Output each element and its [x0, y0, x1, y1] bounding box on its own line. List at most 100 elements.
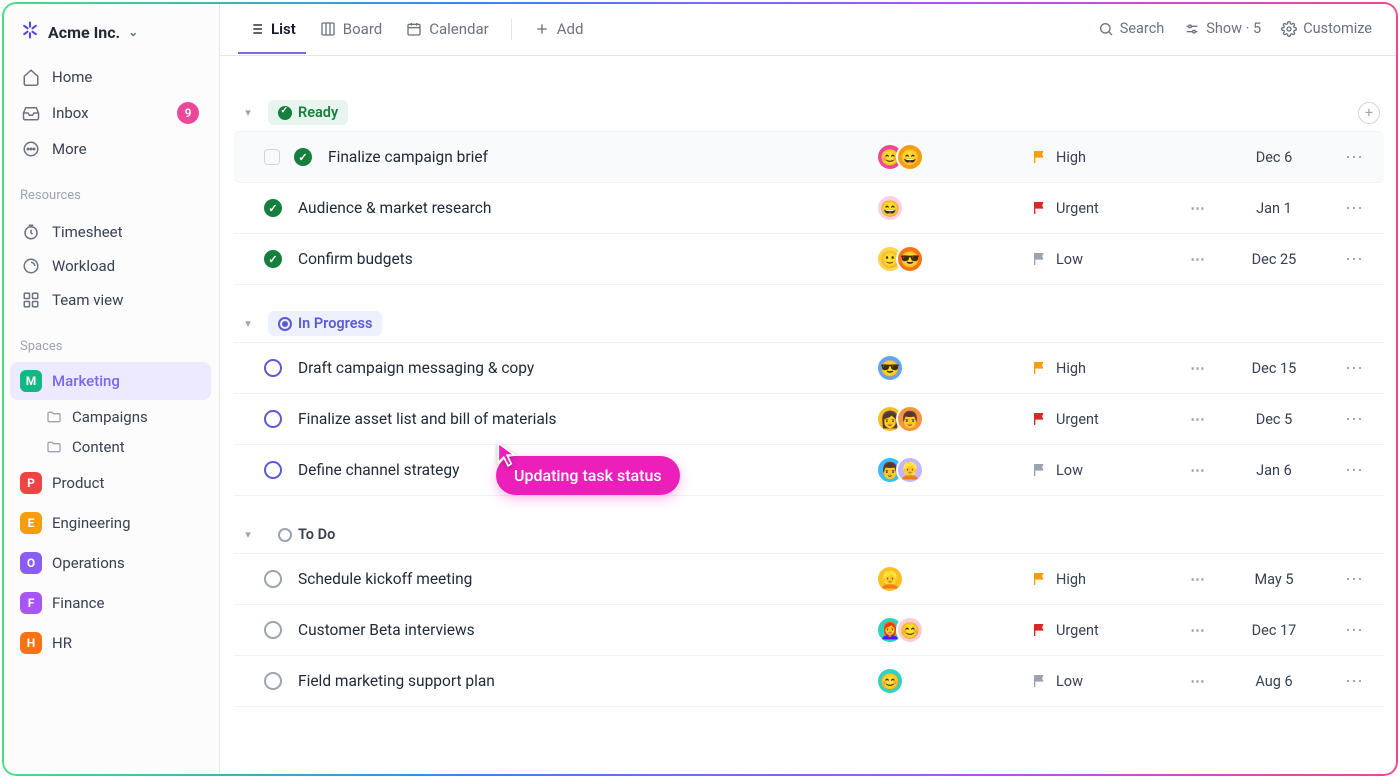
priority-cell[interactable]: Low: [1032, 673, 1172, 690]
task-name[interactable]: Field marketing support plan: [298, 672, 870, 690]
task-name[interactable]: Finalize asset list and bill of material…: [298, 410, 870, 428]
folder-item[interactable]: Content: [2, 432, 219, 462]
collapse-icon[interactable]: ▾: [238, 528, 258, 541]
row-more-icon[interactable]: ⋯: [1330, 620, 1380, 641]
workspace-switcher[interactable]: Acme Inc. ⌄: [2, 6, 219, 54]
avatar[interactable]: 👱: [876, 565, 904, 593]
task-row[interactable]: Finalize asset list and bill of material…: [234, 394, 1384, 445]
avatar[interactable]: 😎: [876, 354, 904, 382]
priority-cell[interactable]: Urgent: [1032, 200, 1172, 217]
view-tab-board[interactable]: Board: [310, 4, 392, 54]
task-row[interactable]: Field marketing support plan 😊 Low ⋯ Aug…: [234, 656, 1384, 707]
nav-workload[interactable]: Workload: [12, 249, 209, 283]
row-more-icon[interactable]: ⋯: [1330, 198, 1380, 219]
subtasks-cell[interactable]: ⋯: [1178, 200, 1218, 217]
avatar[interactable]: 😄: [876, 194, 904, 222]
nav-timesheet[interactable]: Timesheet: [12, 215, 209, 249]
assignees[interactable]: 👩‍🦰😊: [876, 616, 924, 644]
nav-teamview[interactable]: Team view: [12, 283, 209, 317]
assignees[interactable]: 👨👱: [876, 456, 924, 484]
date-cell[interactable]: Dec 17: [1224, 622, 1324, 639]
subtasks-cell[interactable]: ⋯: [1178, 622, 1218, 639]
priority-cell[interactable]: High: [1032, 360, 1172, 377]
priority-cell[interactable]: Urgent: [1032, 411, 1172, 428]
priority-cell[interactable]: Low: [1032, 251, 1172, 268]
priority-cell[interactable]: High: [1032, 149, 1172, 166]
row-more-icon[interactable]: ⋯: [1330, 569, 1380, 590]
view-tab-list[interactable]: List: [238, 4, 306, 54]
status-icon[interactable]: ✓: [264, 199, 282, 217]
row-more-icon[interactable]: ⋯: [1330, 409, 1380, 430]
task-name[interactable]: Draft campaign messaging & copy: [298, 359, 870, 377]
nav-inbox[interactable]: Inbox 9: [12, 94, 209, 132]
search-button[interactable]: Search: [1090, 14, 1173, 43]
date-cell[interactable]: Dec 25: [1224, 251, 1324, 268]
assignees[interactable]: 😊😄: [876, 143, 924, 171]
subtasks-cell[interactable]: ⋯: [1178, 251, 1218, 268]
avatar[interactable]: 😄: [896, 143, 924, 171]
date-cell[interactable]: Dec 15: [1224, 360, 1324, 377]
space-item-finance[interactable]: FFinance: [10, 584, 211, 622]
status-icon[interactable]: [264, 570, 282, 588]
space-item-engineering[interactable]: EEngineering: [10, 504, 211, 542]
checkbox[interactable]: [264, 149, 280, 165]
row-more-icon[interactable]: ⋯: [1330, 249, 1380, 270]
assignees[interactable]: 😎: [876, 354, 904, 382]
add-view-button[interactable]: Add: [524, 4, 594, 54]
task-name[interactable]: Schedule kickoff meeting: [298, 570, 870, 588]
status-icon[interactable]: [264, 410, 282, 428]
group-header-todo[interactable]: ▾ To Do: [234, 516, 1384, 553]
group-header-ready[interactable]: ▾ Ready +: [234, 94, 1384, 131]
subtasks-cell[interactable]: ⋯: [1178, 411, 1218, 428]
customize-button[interactable]: Customize: [1273, 14, 1380, 43]
subtasks-cell[interactable]: ⋯: [1178, 571, 1218, 588]
row-more-icon[interactable]: ⋯: [1330, 358, 1380, 379]
task-row[interactable]: Customer Beta interviews 👩‍🦰😊 Urgent ⋯ D…: [234, 605, 1384, 656]
status-pill[interactable]: Ready: [268, 100, 348, 125]
row-more-icon[interactable]: ⋯: [1330, 671, 1380, 692]
space-item-product[interactable]: PProduct: [10, 464, 211, 502]
task-name[interactable]: Finalize campaign brief: [328, 148, 870, 166]
nav-home[interactable]: Home: [12, 60, 209, 94]
task-row[interactable]: ✓ Finalize campaign brief 😊😄 High Dec 6 …: [234, 131, 1384, 183]
task-row[interactable]: Schedule kickoff meeting 👱 High ⋯ May 5 …: [234, 553, 1384, 605]
priority-cell[interactable]: Urgent: [1032, 622, 1172, 639]
task-name[interactable]: Customer Beta interviews: [298, 621, 870, 639]
status-icon[interactable]: [264, 461, 282, 479]
nav-more[interactable]: More: [12, 132, 209, 166]
status-pill[interactable]: To Do: [268, 522, 345, 547]
avatar[interactable]: 😊: [876, 667, 904, 695]
status-icon[interactable]: ✓: [264, 250, 282, 268]
assignees[interactable]: 👱: [876, 565, 904, 593]
task-row[interactable]: ✓ Confirm budgets 🙂😎 Low ⋯ Dec 25 ⋯: [234, 234, 1384, 285]
subtasks-cell[interactable]: ⋯: [1178, 673, 1218, 690]
date-cell[interactable]: Jan 6: [1224, 462, 1324, 479]
collapse-icon[interactable]: ▾: [238, 106, 258, 119]
group-header-progress[interactable]: ▾ In Progress: [234, 305, 1384, 342]
subtasks-cell[interactable]: ⋯: [1178, 360, 1218, 377]
space-item-hr[interactable]: HHR: [10, 624, 211, 662]
assignees[interactable]: 😊: [876, 667, 904, 695]
row-more-icon[interactable]: ⋯: [1330, 147, 1380, 168]
add-task-icon[interactable]: +: [1358, 102, 1380, 124]
status-icon[interactable]: ✓: [294, 148, 312, 166]
avatar[interactable]: 😎: [896, 245, 924, 273]
task-row[interactable]: Draft campaign messaging & copy 😎 High ⋯…: [234, 342, 1384, 394]
date-cell[interactable]: Aug 6: [1224, 673, 1324, 690]
task-row[interactable]: Define channel strategy 👨👱 Low ⋯ Jan 6 ⋯: [234, 445, 1384, 496]
task-name[interactable]: Confirm budgets: [298, 250, 870, 268]
avatar[interactable]: 👱: [896, 456, 924, 484]
space-item-marketing[interactable]: MMarketing: [10, 362, 211, 400]
priority-cell[interactable]: Low: [1032, 462, 1172, 479]
show-button[interactable]: Show · 5: [1176, 14, 1269, 43]
status-pill[interactable]: In Progress: [268, 311, 382, 336]
date-cell[interactable]: May 5: [1224, 571, 1324, 588]
folder-item[interactable]: Campaigns: [2, 402, 219, 432]
assignees[interactable]: 😄: [876, 194, 904, 222]
assignees[interactable]: 👩👨: [876, 405, 924, 433]
assignees[interactable]: 🙂😎: [876, 245, 924, 273]
space-item-operations[interactable]: OOperations: [10, 544, 211, 582]
date-cell[interactable]: Dec 6: [1224, 149, 1324, 166]
status-icon[interactable]: [264, 359, 282, 377]
view-tab-calendar[interactable]: Calendar: [396, 4, 499, 54]
